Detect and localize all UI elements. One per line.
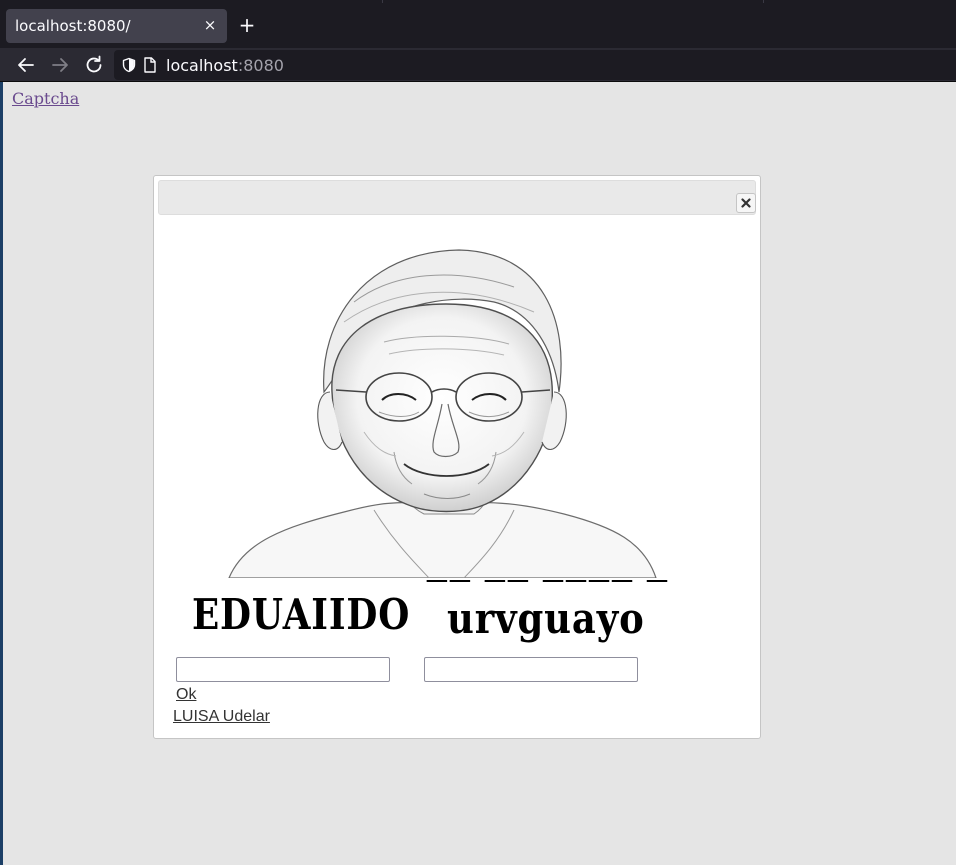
reload-icon[interactable] [82,53,106,77]
url-host: localhost [166,56,238,75]
tab-title: localhost:8080/ [15,17,131,35]
forward-arrow-icon[interactable] [48,53,72,77]
page-icon[interactable] [143,57,157,77]
shield-icon[interactable] [121,57,137,77]
new-tab-plus-icon[interactable]: + [236,14,258,36]
captcha-input-2[interactable] [424,657,638,682]
luisa-udelar-link[interactable]: LUISA Udelar [173,708,270,726]
dialog-titlebar[interactable] [158,180,756,215]
ok-button[interactable]: Ok [176,686,196,704]
browser-tab[interactable]: localhost:8080/ × [6,9,227,43]
browser-tab-strip: localhost:8080/ × + [0,0,956,48]
url-port: :8080 [237,56,284,75]
back-arrow-icon[interactable] [14,53,38,77]
tab-separator [382,0,383,3]
close-icon[interactable] [736,193,756,213]
captcha-dialog: ▀▀ ▀▀ ▀▀▀▀ ▀ EDUAIIDO urvguayo Ok LUISA … [153,175,761,739]
url-text[interactable]: localhost:8080 [166,56,284,75]
tab-close-icon[interactable]: × [201,15,219,35]
window-edge [0,82,3,865]
portrait-sketch-image [224,242,664,578]
captcha-input-1[interactable] [176,657,390,682]
address-bar[interactable]: localhost:8080 [114,50,956,80]
browser-nav-bar: localhost:8080 [0,48,956,82]
captcha-image: ▀▀ ▀▀ ▀▀▀▀ ▀ EDUAIIDO urvguayo [184,580,704,652]
tab-separator [763,0,764,3]
captcha-word-2: urvguayo [447,594,645,643]
captcha-word-1: EDUAIIDO [192,590,411,639]
captcha-link[interactable]: Captcha [12,89,79,108]
